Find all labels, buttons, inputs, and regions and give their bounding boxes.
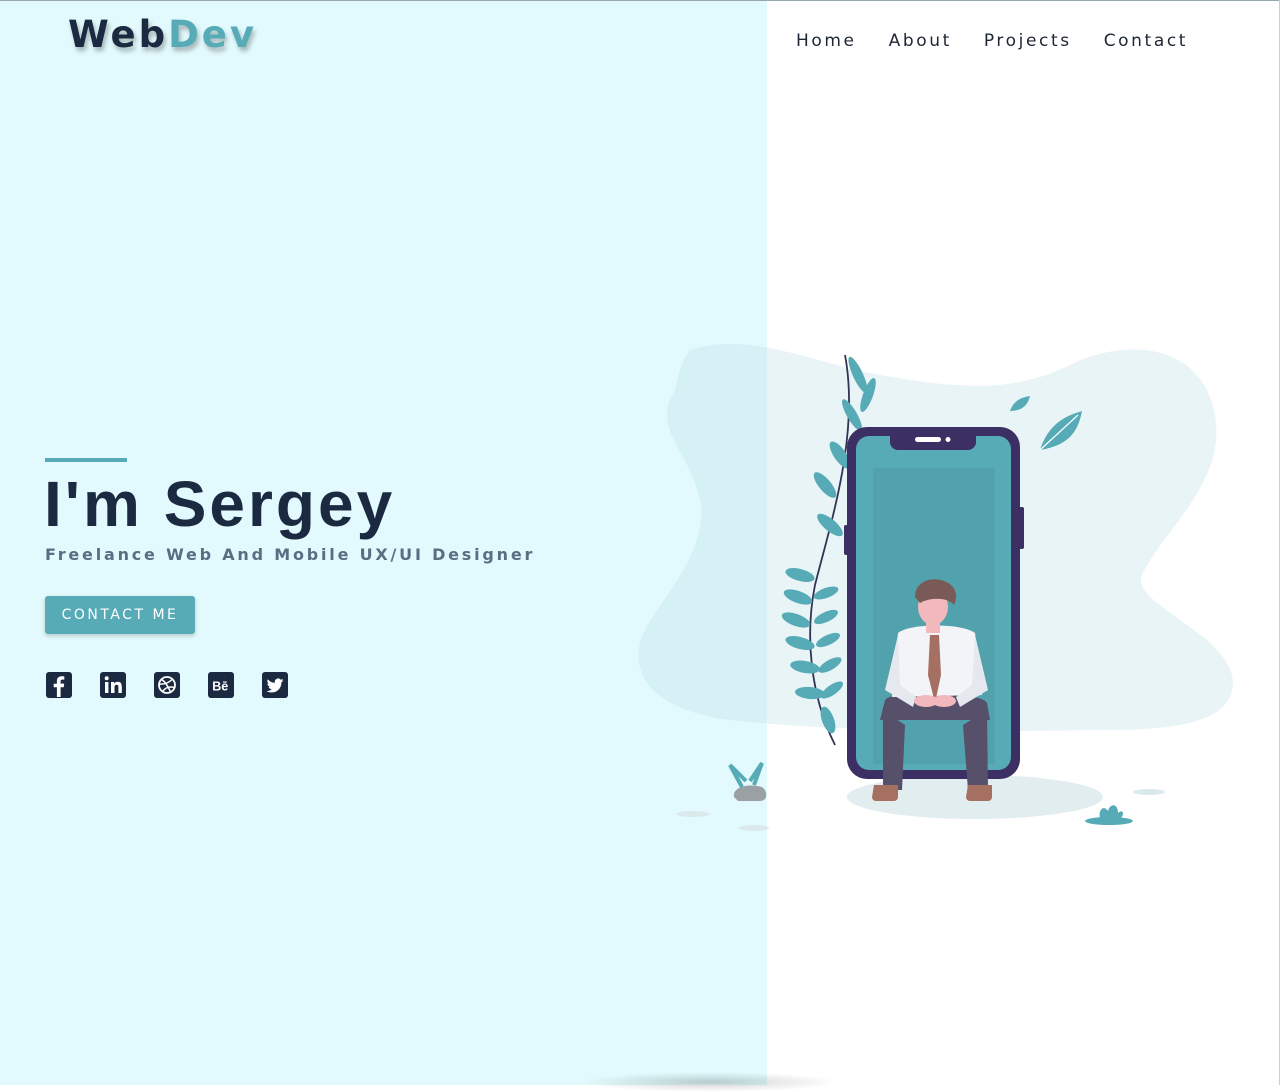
nav-link-contact[interactable]: Contact <box>1104 31 1188 51</box>
nav-link-about[interactable]: About <box>889 31 952 51</box>
svg-text:Bē: Bē <box>212 680 228 694</box>
hero-illustration <box>638 343 1234 831</box>
linkedin-icon[interactable] <box>100 672 126 698</box>
hero-headline: I'm Sergey <box>44 468 396 540</box>
twitter-icon[interactable] <box>262 672 288 698</box>
hero-subtitle: Freelance Web And Mobile UX/UI Designer <box>45 545 536 564</box>
behance-icon[interactable]: Bē <box>208 672 234 698</box>
main-nav: Home About Projects Contact <box>796 31 1188 51</box>
top-border <box>0 0 1280 1</box>
facebook-icon[interactable] <box>46 672 72 698</box>
contact-me-button[interactable]: CONTACT ME <box>45 596 195 634</box>
ground-shrub <box>1085 805 1133 825</box>
brand-logo-part2: Dev <box>168 13 258 56</box>
dribbble-icon[interactable] <box>154 672 180 698</box>
bottom-shadow <box>580 1072 840 1092</box>
brand-logo[interactable]: WebDev <box>68 16 257 53</box>
nav-link-projects[interactable]: Projects <box>984 31 1072 51</box>
brand-logo-part1: Web <box>68 13 169 56</box>
social-links: Bē <box>46 672 316 698</box>
headline-accent-bar <box>45 458 127 462</box>
rock-plant <box>728 761 767 801</box>
nav-link-home[interactable]: Home <box>796 31 857 51</box>
